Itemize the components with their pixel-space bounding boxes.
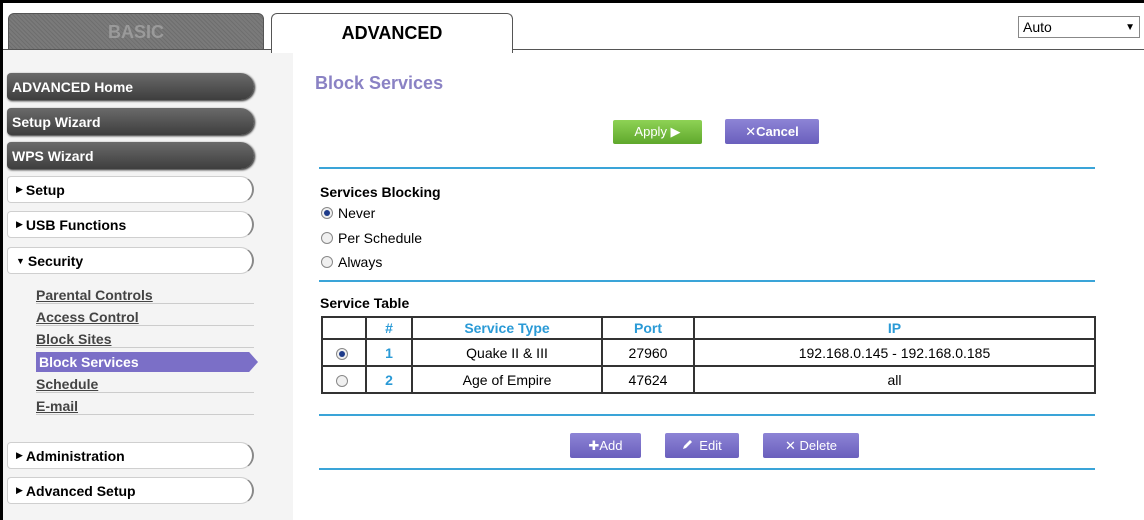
expand-triangle-icon: ▶ <box>16 450 23 460</box>
radio-never[interactable]: Never <box>321 205 375 221</box>
sidebar-item-label: Setup <box>25 181 65 198</box>
sidebar-item-setup[interactable]: ▶ Setup <box>7 176 254 203</box>
edit-button[interactable]: Edit <box>665 433 739 458</box>
table-header-row: # Service Type Port IP <box>321 316 1096 340</box>
radio-button[interactable] <box>321 232 333 244</box>
row-port: 47624 <box>601 365 695 394</box>
submenu-access-control[interactable]: Access Control <box>36 309 254 326</box>
table-header-select <box>321 316 367 340</box>
radio-button[interactable] <box>321 256 333 268</box>
sidebar-item-label: WPS Wizard <box>12 147 94 164</box>
row-num: 1 <box>365 338 413 367</box>
row-radio-selected[interactable] <box>335 347 348 360</box>
row-service-type: Quake II & III <box>411 338 603 367</box>
table-row[interactable]: 2 Age of Empire 47624 all <box>321 365 1096 394</box>
collapse-triangle-icon: ▼ <box>16 255 25 266</box>
sidebar-item-setup-wizard[interactable]: Setup Wizard <box>7 108 254 135</box>
sidebar-item-advanced-home[interactable]: ADVANCED Home <box>7 73 254 100</box>
table-header-num: # <box>365 316 413 340</box>
page-title: Block Services <box>315 73 444 93</box>
row-ip: 192.168.0.145 - 192.168.0.185 <box>693 338 1096 367</box>
sidebar-item-label: Administration <box>25 447 125 464</box>
language-select-value: Auto <box>1023 19 1052 35</box>
divider <box>319 280 1095 282</box>
sidebar-item-usb-functions[interactable]: ▶ USB Functions <box>7 211 254 238</box>
row-select-cell <box>321 365 367 394</box>
table-row[interactable]: 1 Quake II & III 27960 192.168.0.145 - 1… <box>321 338 1096 367</box>
radio-label: Per Schedule <box>338 230 423 246</box>
radio-per-schedule[interactable]: Per Schedule <box>321 230 422 246</box>
add-button[interactable]: ✚Add <box>570 433 641 458</box>
row-select-cell <box>321 338 367 367</box>
divider <box>319 414 1095 416</box>
apply-button[interactable]: Apply ▶ <box>613 120 702 144</box>
service-table: # Service Type Port IP 1 Quake II & III … <box>321 316 1096 394</box>
expand-triangle-icon: ▶ <box>16 219 23 229</box>
sidebar-item-label: Setup Wizard <box>12 113 101 130</box>
row-num: 2 <box>365 365 413 394</box>
table-header-port: Port <box>601 316 695 340</box>
radio-label: Never <box>338 205 376 221</box>
sidebar-item-wps-wizard[interactable]: WPS Wizard <box>7 142 254 169</box>
services-blocking-title: Services Blocking <box>320 184 441 200</box>
radio-always[interactable]: Always <box>321 254 382 270</box>
table-header-ip: IP <box>693 316 1096 340</box>
delete-button[interactable]: ✕ Delete <box>763 433 859 458</box>
top-bar: BASIC ADVANCED Auto ▼ <box>3 3 1144 53</box>
pencil-icon <box>682 438 694 453</box>
edit-label: Edit <box>699 438 722 453</box>
row-radio[interactable] <box>335 374 348 387</box>
sidebar-item-label: Advanced Setup <box>25 482 136 499</box>
expand-triangle-icon: ▶ <box>16 485 23 495</box>
service-table-title: Service Table <box>320 295 410 311</box>
sidebar-item-advanced-setup[interactable]: ▶ Advanced Setup <box>7 477 254 504</box>
sidebar: ADVANCED Home Setup Wizard WPS Wizard ▶ … <box>3 50 293 520</box>
cancel-button[interactable]: ✕Cancel <box>725 119 819 144</box>
chevron-down-icon: ▼ <box>1125 21 1135 33</box>
sidebar-item-label: USB Functions <box>25 216 127 233</box>
radio-label: Always <box>338 254 383 270</box>
expand-triangle-icon: ▶ <box>16 184 23 194</box>
submenu-block-sites[interactable]: Block Sites <box>36 331 254 348</box>
sidebar-item-label: Security <box>27 252 84 269</box>
divider <box>319 167 1095 169</box>
submenu-schedule[interactable]: Schedule <box>36 376 254 393</box>
row-ip: all <box>693 365 1096 394</box>
submenu-parental-controls[interactable]: Parental Controls <box>36 287 254 304</box>
submenu-block-services[interactable]: Block Services <box>36 352 258 372</box>
main-panel: Block Services Apply ▶ ✕Cancel Services … <box>293 50 1144 520</box>
submenu-email[interactable]: E-mail <box>36 398 254 415</box>
row-port: 27960 <box>601 338 695 367</box>
row-service-type: Age of Empire <box>411 365 603 394</box>
sidebar-item-administration[interactable]: ▶ Administration <box>7 442 254 469</box>
divider <box>319 468 1095 470</box>
language-select[interactable]: Auto ▼ <box>1018 16 1140 38</box>
tab-basic[interactable]: BASIC <box>8 13 264 51</box>
sidebar-item-label: ADVANCED Home <box>12 78 134 95</box>
table-header-service-type: Service Type <box>411 316 603 340</box>
sidebar-item-security[interactable]: ▼ Security <box>7 247 254 274</box>
tab-advanced[interactable]: ADVANCED <box>271 13 513 53</box>
radio-button-selected[interactable] <box>321 207 333 219</box>
